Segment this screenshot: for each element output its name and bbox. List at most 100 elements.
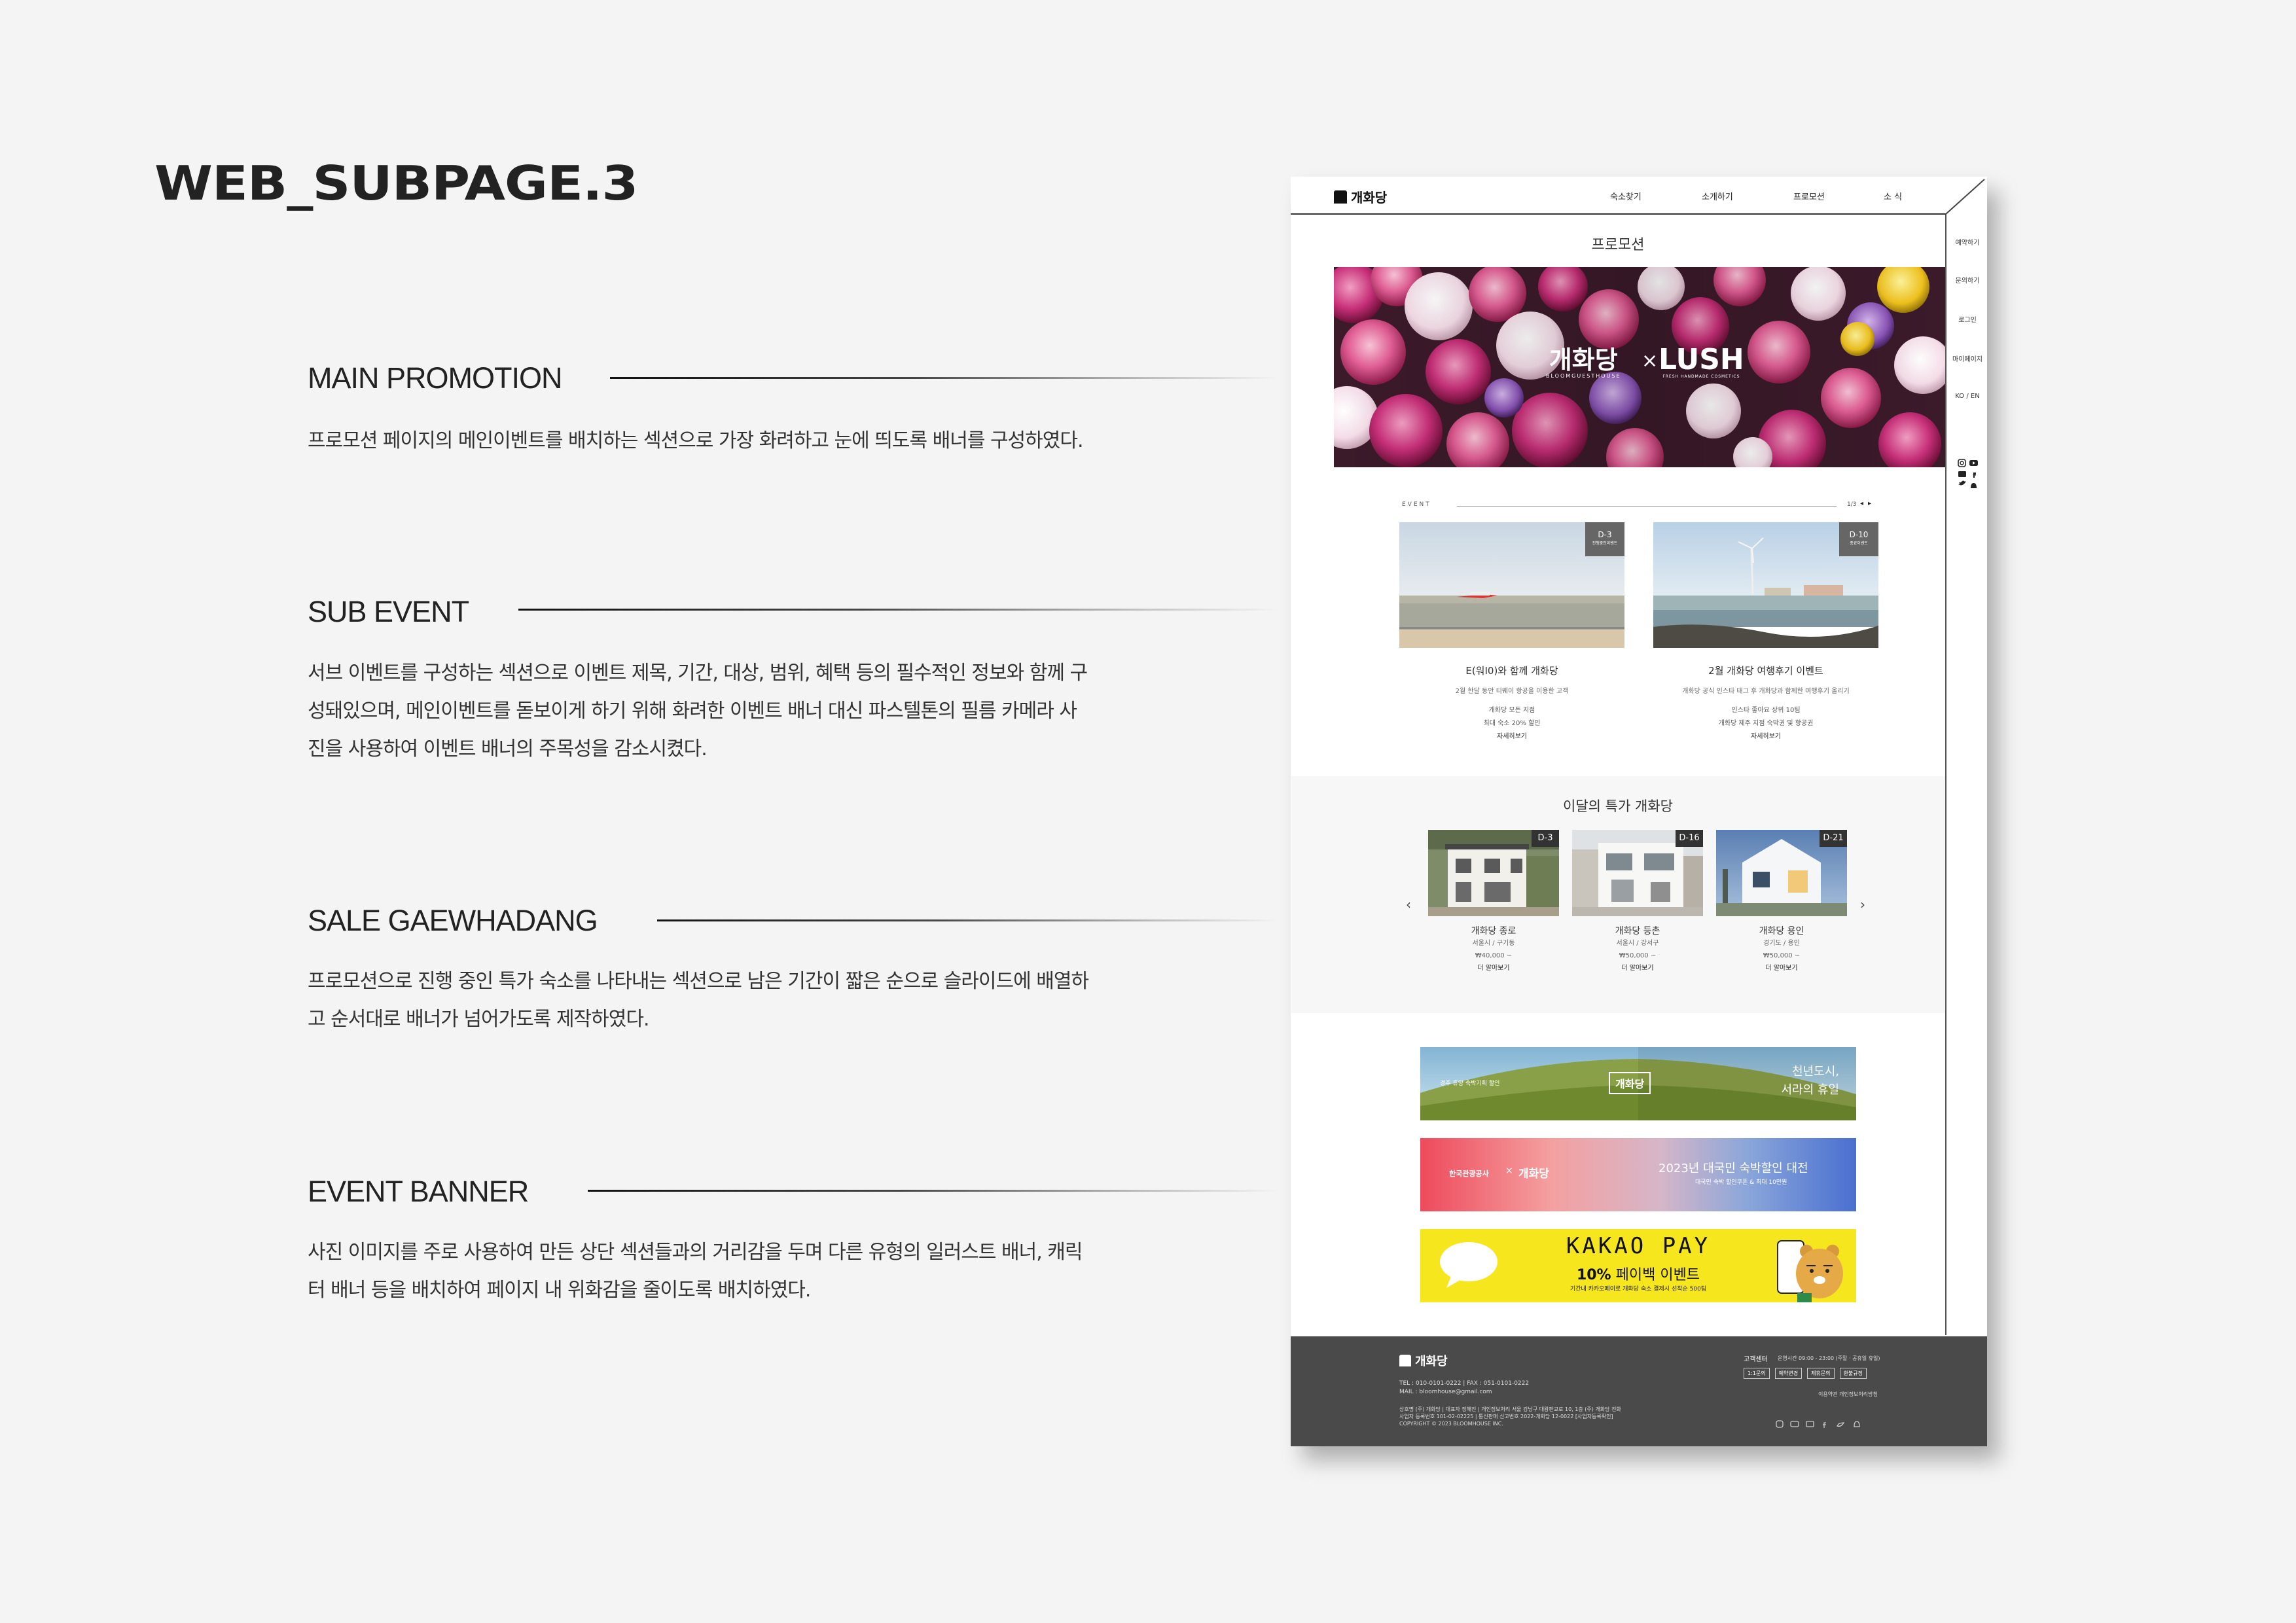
site-logo[interactable]: 개화당 (1334, 187, 1387, 206)
section-desc-main-promotion: 프로모션 페이지의 메인이벤트를 배치하는 섹션으로 가장 화려하고 눈에 띄도… (308, 429, 1084, 452)
footer-social-icons[interactable] (1775, 1419, 1867, 1429)
banner1-title-line1: 천년도시, (1792, 1065, 1839, 1079)
ryan-character-icon (1796, 1245, 1843, 1302)
event-more-link[interactable]: 자세히보기 (1653, 730, 1878, 743)
banner1-title-line2: 서라의 휴일 (1781, 1083, 1839, 1097)
instagram-icon (1958, 459, 1966, 467)
sale-dday-badge: D-16 (1676, 830, 1703, 847)
banner2-logo: 개화당 (1518, 1168, 1549, 1181)
sale-more-link[interactable]: 더 알아보기 (1428, 962, 1559, 974)
logo-mark-icon (1399, 1355, 1411, 1366)
section-desc-sub-event: 서브 이벤트를 구성하는 섹션으로 이벤트 제목, 기간, 대상, 범위, 혜택… (308, 662, 1088, 760)
sale-next-icon[interactable]: › (1860, 897, 1865, 912)
footer-logo-text: 개화당 (1415, 1355, 1448, 1368)
main-promotion-banner[interactable]: 개화당 BLOOMGUESTHOUSE × LUSH FRESH HANDMAD… (1334, 267, 1945, 467)
side-login[interactable]: 로그인 (1946, 314, 1987, 324)
sale-heading: 이달의 특가 개화당 (1563, 798, 1673, 814)
footer-logo[interactable]: 개화당 (1399, 1352, 1448, 1369)
nav-news[interactable]: 소 식 (1884, 190, 1902, 202)
nav-promotion[interactable]: 프로모션 (1793, 190, 1825, 202)
cs-refund-button[interactable]: 환불규정 (1839, 1368, 1867, 1379)
nav-about[interactable]: 소개하기 (1702, 190, 1733, 202)
blog-icon (1958, 471, 1966, 477)
footer-mail: MAIL : bloomhouse@gmail.com (1399, 1389, 1492, 1395)
side-mypage[interactable]: 마이페이지 (1946, 353, 1987, 363)
event-image-runway: D-3 진행중인이벤트 (1399, 522, 1624, 648)
event-dday-sub: 진행중인이벤트 (1592, 541, 1618, 546)
event-scope: 인스타 좋아요 상위 10팀 (1731, 707, 1801, 714)
sale-location: 서울시 / 구기동 (1472, 940, 1515, 947)
sale-location: 경기도 / 용인 (1763, 940, 1800, 947)
event-card[interactable]: D-10 종료이벤트 2월 개화당 여행후기 이벤트 개화당 공식 인스타 태그… (1653, 522, 1878, 743)
banner2-title: 2023년 대국민 숙박할인 대전 (1659, 1162, 1808, 1175)
event-dday-badge: D-10 종료이벤트 (1839, 522, 1878, 556)
banner2-cross: × (1505, 1166, 1513, 1176)
section-divider (518, 609, 1278, 611)
hero-brand-left: 개화당 (1549, 346, 1618, 374)
event-scope: 개화당 모든 지점 (1488, 707, 1535, 714)
cs-partner-button[interactable]: 제휴문의 (1807, 1368, 1835, 1379)
sale-prev-icon[interactable]: ‹ (1406, 897, 1411, 912)
hero-brand-left-sub: BLOOMGUESTHOUSE (1546, 373, 1621, 379)
footer-legal: 상호명 (주) 개화당 | 대표자 정해진 | 개인정보처리 서울 강남구 대왕… (1399, 1406, 1621, 1427)
hero-cross: × (1641, 349, 1659, 372)
banner1-tagline: 경주 휴양 숙박기획 할인 (1440, 1080, 1500, 1087)
side-inquiry[interactable]: 문의하기 (1946, 275, 1987, 285)
sale-dday-badge: D-3 (1532, 830, 1559, 847)
side-language[interactable]: KO / EN (1946, 393, 1987, 400)
section-desc-event-banner: 사진 이미지를 주로 사용하여 만든 상단 섹션들과의 거리감을 두며 다른 유… (308, 1241, 1083, 1302)
section-divider (657, 919, 1278, 921)
event-bar: EVENT 1/3 ◂ ▸ (1402, 500, 1880, 513)
board-title: WEB_SUBPAGE.3 (154, 156, 639, 211)
cs-change-button[interactable]: 예약변경 (1774, 1368, 1803, 1379)
youtube-icon (1969, 460, 1978, 466)
event-image-seaside: D-10 종료이벤트 (1653, 522, 1878, 648)
event-target: 개화당 공식 인스타 태그 후 개화당과 함께한 여행후기 올리기 (1682, 688, 1850, 695)
event-pager: 1/3 (1847, 501, 1857, 508)
sale-more-link[interactable]: 더 알아보기 (1716, 962, 1847, 974)
footer-copyright: COPYRIGHT © 2023 BLOOMHOUSE INC. (1399, 1421, 1503, 1427)
sale-card[interactable]: D-21 개화당 용인 경기도 / 용인 ₩50,000 ~ 더 알아보기 (1716, 830, 1847, 974)
flower-bouquet-image (1334, 267, 1945, 467)
event-more-link[interactable]: 자세히보기 (1399, 730, 1624, 743)
header-corner-fold (1945, 177, 1987, 215)
twitter-icon (1836, 1422, 1845, 1427)
web-mockup: 개화당 숙소찾기 소개하기 프로모션 소 식 예약하기 문의하기 로그인 마이페… (1291, 177, 1987, 1446)
kakao-icon (1971, 483, 1977, 488)
sale-more-link[interactable]: 더 알아보기 (1572, 962, 1703, 974)
cs-inquiry-button[interactable]: 1:1문의 (1744, 1368, 1770, 1379)
footer-cs-label: 고객센터 (1744, 1356, 1768, 1363)
banner3-percent: 10% (1576, 1267, 1611, 1283)
banner-gyeongju[interactable]: 경주 휴양 숙박기획 할인 개화당 천년도시, 서라의 휴일 (1420, 1047, 1856, 1120)
hero-brand-right: LUSH (1659, 343, 1744, 376)
event-benefit: 최대 숙소 20% 할인 (1483, 720, 1541, 727)
event-info: 인스타 좋아요 상위 10팀 개화당 제주 지점 숙박권 및 항공권 자세히보기 (1653, 704, 1878, 743)
side-reserve[interactable]: 예약하기 (1946, 237, 1987, 247)
section-title-main-promotion: MAIN PROMOTION (308, 361, 562, 395)
event-benefit: 개화당 제주 지점 숙박권 및 항공권 (1718, 720, 1814, 727)
instagram-icon (1776, 1420, 1784, 1428)
sale-price: ₩50,000 ~ (1619, 952, 1657, 959)
hero-brand-gaehwadang: 개화당 BLOOMGUESTHOUSE (1546, 347, 1621, 379)
section-title-sub-event: SUB EVENT (308, 595, 469, 628)
banner-national-discount[interactable]: 한국관광공사 × 개화당 2023년 대국민 숙박할인 대전 대국민 숙박 할인… (1420, 1138, 1856, 1211)
hero-brand-right-sub: FRESH HANDMADE COSMETICS (1662, 374, 1740, 379)
event-info: 개화당 모든 지점 최대 숙소 20% 할인 자세히보기 (1399, 704, 1624, 743)
section-title-event-banner: EVENT BANNER (308, 1175, 529, 1208)
banner3-payback-text: 페이백 이벤트 (1615, 1267, 1700, 1283)
hero-brand-lush: LUSH FRESH HANDMADE COSMETICS (1659, 343, 1744, 380)
sale-name: 개화당 용인 (1759, 926, 1804, 936)
sale-card[interactable]: D-3 개화당 종로 서울시 / 구기동 ₩40,000 ~ 더 알아보기 (1428, 830, 1559, 974)
event-prev-icon[interactable]: ◂ (1860, 500, 1863, 507)
event-card[interactable]: D-3 진행중인이벤트 E(워I0)와 함께 개화당 2월 한달 동안 티웨이 … (1399, 522, 1624, 743)
footer-tel-fax: TEL : 010-0101-0222 | FAX : 051-0101-022… (1399, 1380, 1530, 1387)
nav-find-stay[interactable]: 숙소찾기 (1610, 190, 1641, 202)
event-title: E(워I0)와 함께 개화당 (1465, 665, 1558, 677)
footer-cs-buttons: 1:1문의 예약변경 제휴문의 환불규정 (1744, 1368, 1867, 1379)
footer-links[interactable]: 이용약관 개인정보처리방침 (1818, 1390, 1878, 1399)
sale-image-jongno: D-3 (1428, 830, 1559, 916)
event-next-icon[interactable]: ▸ (1868, 500, 1871, 507)
social-icons[interactable] (1957, 458, 1979, 499)
banner-kakaopay[interactable]: KAKAO PAY 10% 페이백 이벤트 기간내 카카오페이로 개화당 숙소 … (1420, 1229, 1856, 1302)
sale-card[interactable]: D-16 개화당 등촌 서울시 / 강서구 ₩50,000 ~ 더 알아보기 (1572, 830, 1703, 974)
